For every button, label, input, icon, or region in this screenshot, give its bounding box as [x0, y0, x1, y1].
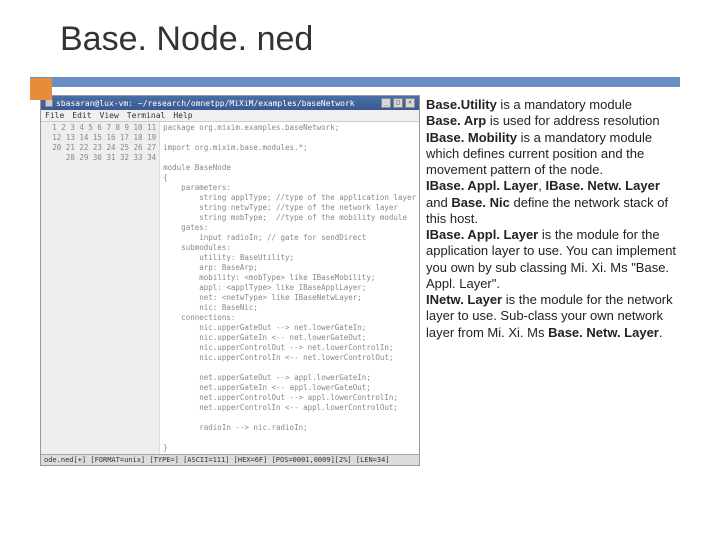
line-gutter: 1 2 3 4 5 6 7 8 9 10 11 12 13 14 15 16 1…	[41, 122, 160, 454]
desc-text: .	[659, 325, 663, 340]
description-panel: Base.Utility is a mandatory module Base.…	[426, 95, 680, 466]
desc-text: is used for address resolution	[486, 113, 659, 128]
term-ibase-appl-layer-2: IBase. Appl. Layer	[426, 227, 538, 242]
terminal-window: sbasaran@lux-vm: ~/research/omnetpp/MiXi…	[40, 95, 420, 466]
close-icon[interactable]: ×	[405, 98, 415, 108]
desc-text: and	[426, 195, 451, 210]
term-ibase-netw-layer: IBase. Netw. Layer	[545, 178, 659, 193]
desc-text: is a mandatory module	[497, 97, 632, 112]
menu-edit[interactable]: Edit	[72, 111, 91, 120]
accent-square	[30, 78, 52, 100]
window-buttons: _ □ ×	[381, 98, 415, 108]
accent-bar	[30, 77, 680, 87]
terminal-menubar: File Edit View Terminal Help	[41, 110, 419, 122]
menu-help[interactable]: Help	[173, 111, 192, 120]
terminal-body: 1 2 3 4 5 6 7 8 9 10 11 12 13 14 15 16 1…	[41, 122, 419, 454]
term-inetw-layer: INetw. Layer	[426, 292, 502, 307]
term-ibase-appl-layer: IBase. Appl. Layer	[426, 178, 538, 193]
maximize-icon[interactable]: □	[393, 98, 403, 108]
slide-title: Base. Node. ned	[60, 20, 680, 59]
menu-view[interactable]: View	[100, 111, 119, 120]
terminal-titlebar: sbasaran@lux-vm: ~/research/omnetpp/MiXi…	[41, 96, 419, 110]
menu-terminal[interactable]: Terminal	[127, 111, 166, 120]
minimize-icon[interactable]: _	[381, 98, 391, 108]
term-base-arp: Base. Arp	[426, 113, 486, 128]
terminal-statusbar: ode.ned[+] [FORMAT=unix] [TYPE=] [ASCII=…	[41, 454, 419, 465]
term-ibase-mobility: IBase. Mobility	[426, 130, 517, 145]
terminal-icon	[45, 99, 53, 107]
menu-file[interactable]: File	[45, 111, 64, 120]
term-base-utility: Base.Utility	[426, 97, 497, 112]
terminal-title: sbasaran@lux-vm: ~/research/omnetpp/MiXi…	[56, 99, 355, 108]
code-area: package org.mixim.examples.baseNetwork; …	[160, 122, 419, 454]
term-base-netw-layer: Base. Netw. Layer	[548, 325, 659, 340]
content-row: sbasaran@lux-vm: ~/research/omnetpp/MiXi…	[40, 95, 680, 466]
term-base-nic: Base. Nic	[451, 195, 510, 210]
